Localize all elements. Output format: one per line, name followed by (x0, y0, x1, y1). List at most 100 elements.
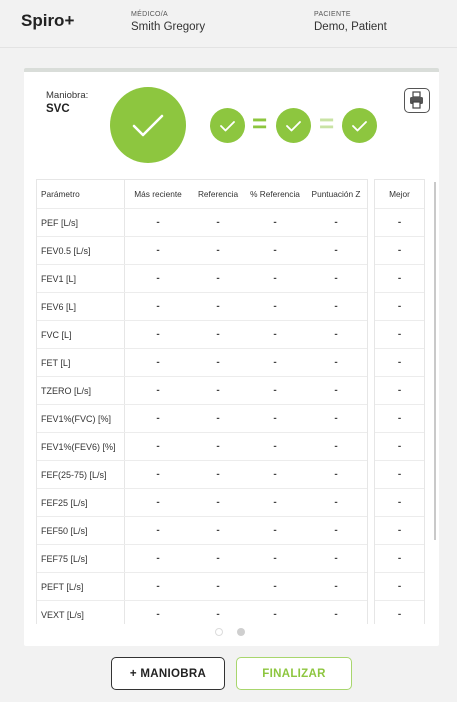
z-score-value: - (334, 413, 338, 424)
best-value: - (397, 329, 402, 340)
z-score-value: - (334, 245, 338, 256)
best-value: - (397, 217, 402, 228)
printer-icon (410, 91, 423, 109)
doctor-name: Smith Gregory (131, 21, 206, 33)
best-row: - (375, 545, 424, 573)
repeatability-check-icon-3 (342, 108, 377, 143)
recent-value: - (156, 413, 160, 424)
reference-value: - (216, 329, 220, 340)
pct-reference-value: - (273, 217, 277, 228)
maneuver-label: Maniobra: (46, 90, 89, 101)
table-row: PEFT [L/s] - - - - (37, 573, 367, 601)
z-score-value: - (334, 497, 338, 508)
recent-value: - (156, 273, 160, 284)
param-cell: FEV0.5 [L/s] (37, 237, 125, 264)
param-cell: FEV1%(FEV6) [%] (37, 433, 125, 460)
app-title: Spiro+ (21, 11, 75, 30)
param-cell: VEXT [L/s] (37, 601, 125, 624)
param-cell: TZERO [L/s] (37, 377, 125, 404)
results-grid[interactable]: Parámetro Más reciente Referencia % Refe… (36, 179, 429, 624)
table-row: FEV6 [L] - - - - (37, 293, 367, 321)
param-cell: FEF50 [L/s] (37, 517, 125, 544)
best-value: - (397, 357, 402, 368)
page-dot-2[interactable] (237, 628, 245, 636)
repeatability-check-icon-2 (276, 108, 311, 143)
best-row: - (375, 377, 424, 405)
z-score-value: - (334, 525, 338, 536)
best-row: - (375, 293, 424, 321)
header-z-score: Puntuación Z (311, 189, 361, 199)
table-header-row: Parámetro Más reciente Referencia % Refe… (37, 180, 367, 209)
z-score-value: - (334, 217, 338, 228)
reference-value: - (216, 497, 220, 508)
best-row: - (375, 209, 424, 237)
table-row: FEV1 [L] - - - - (37, 265, 367, 293)
reference-value: - (216, 469, 220, 480)
pct-reference-value: - (273, 385, 277, 396)
recent-value: - (156, 301, 160, 312)
best-table: Mejor - - - - - - - - - - - - - - - (374, 179, 425, 624)
reference-value: - (216, 385, 220, 396)
recent-value: - (156, 357, 160, 368)
best-row: - (375, 237, 424, 265)
pct-reference-value: - (273, 329, 277, 340)
best-row: - (375, 517, 424, 545)
param-cell: FVC [L] (37, 321, 125, 348)
table-row: FEV1%(FEV6) [%] - - - - (37, 433, 367, 461)
pct-reference-value: - (273, 301, 277, 312)
best-value: - (397, 245, 402, 256)
z-score-value: - (334, 357, 338, 368)
recent-value: - (156, 553, 160, 564)
param-cell: PEF [L/s] (37, 209, 125, 236)
z-score-value: - (334, 273, 338, 284)
patient-label: PACIENTE (314, 11, 351, 18)
best-value: - (397, 553, 402, 564)
pct-reference-value: - (273, 553, 277, 564)
table-row: PEF [L/s] - - - - (37, 209, 367, 237)
recent-value: - (156, 329, 160, 340)
best-value: - (397, 469, 402, 480)
patient-name: Demo, Patient (314, 21, 387, 33)
z-score-value: - (334, 581, 338, 592)
best-row: - (375, 433, 424, 461)
reference-value: - (216, 413, 220, 424)
table-row: FEV0.5 [L/s] - - - - (37, 237, 367, 265)
best-row: - (375, 265, 424, 293)
param-cell: FEV1%(FVC) [%] (37, 405, 125, 432)
finish-button[interactable]: FINALIZAR (236, 657, 352, 690)
page-dot-1[interactable] (215, 628, 223, 636)
table-row: FVC [L] - - - - (37, 321, 367, 349)
param-cell: FEV6 [L] (37, 293, 125, 320)
best-header-row: Mejor (375, 180, 424, 209)
z-score-value: - (334, 609, 338, 620)
equals-sign-2: = (319, 108, 335, 138)
equals-sign-1: = (252, 108, 268, 138)
recent-value: - (156, 441, 160, 452)
recent-value: - (156, 497, 160, 508)
reference-value: - (216, 245, 220, 256)
reference-value: - (216, 301, 220, 312)
reference-value: - (216, 273, 220, 284)
table-row: TZERO [L/s] - - - - (37, 377, 367, 405)
z-score-value: - (334, 301, 338, 312)
vertical-scrollbar[interactable] (434, 182, 436, 540)
pct-reference-value: - (273, 469, 277, 480)
results-table: Parámetro Más reciente Referencia % Refe… (36, 179, 368, 624)
param-cell: PEFT [L/s] (37, 573, 125, 600)
table-row: FEF(25-75) [L/s] - - - - (37, 461, 367, 489)
table-row: FET [L] - - - - (37, 349, 367, 377)
best-row: - (375, 349, 424, 377)
add-maneuver-button[interactable]: + MANIOBRA (111, 657, 225, 690)
best-value: - (397, 301, 402, 312)
best-row: - (375, 573, 424, 601)
param-cell: FEF75 [L/s] (37, 545, 125, 572)
z-score-value: - (334, 329, 338, 340)
page-indicator (215, 628, 255, 638)
table-row: FEF50 [L/s] - - - - (37, 517, 367, 545)
reference-value: - (216, 357, 220, 368)
reference-value: - (216, 609, 220, 620)
best-row: - (375, 461, 424, 489)
print-button[interactable] (404, 88, 430, 113)
recent-value: - (156, 469, 160, 480)
best-row: - (375, 489, 424, 517)
